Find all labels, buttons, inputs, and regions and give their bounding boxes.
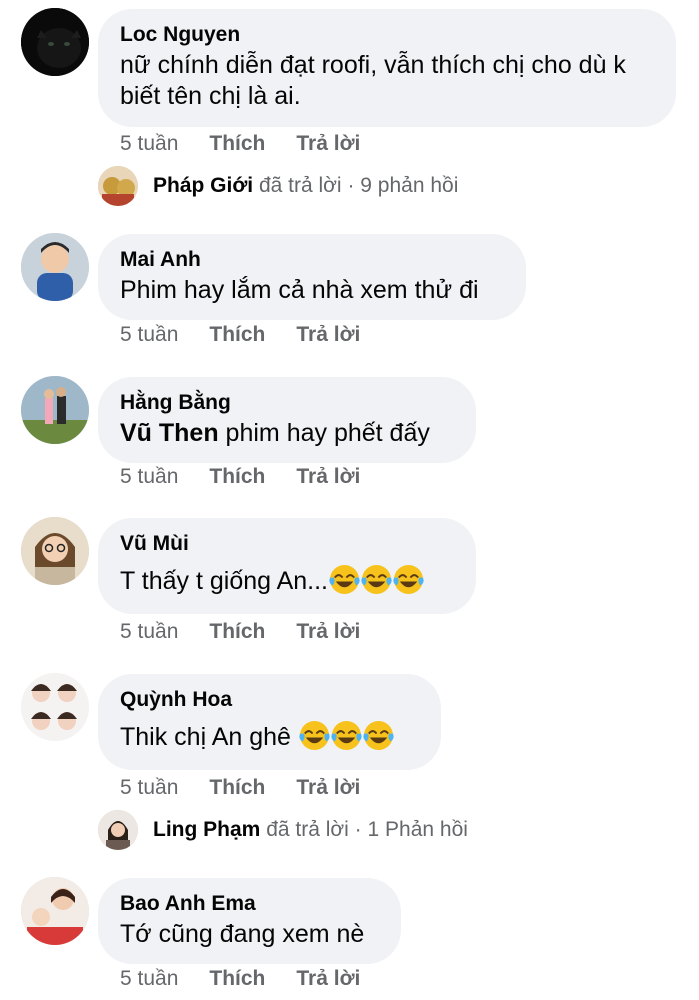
comment-author[interactable]: Quỳnh Hoa <box>120 688 419 712</box>
comment-text: Phim hay lắm cả nhà xem thử đi <box>120 276 479 304</box>
comment-bubble: Quỳnh Hoa Thik chị An ghê <box>98 674 441 770</box>
couple-photo-avatar-image <box>21 376 89 444</box>
reply-button[interactable]: Trả lời <box>296 967 360 991</box>
comment-author[interactable]: Hằng Bằng <box>120 391 454 415</box>
face-with-tears-of-joy-emoji <box>363 720 394 751</box>
replies-count: 1 Phản hồi <box>367 818 468 841</box>
comment-time[interactable]: 5 tuần <box>120 967 178 991</box>
comment-time[interactable]: 5 tuần <box>120 323 178 347</box>
face-with-tears-of-joy-emoji <box>361 564 392 595</box>
girl-with-glasses-avatar-image <box>21 517 89 585</box>
comment-bubble: Loc Nguyen nữ chính diễn đạt roofi, vẫn … <box>98 9 676 127</box>
comment-author[interactable]: Bao Anh Ema <box>120 892 379 916</box>
comment-author[interactable]: Loc Nguyen <box>120 23 654 47</box>
face-with-tears-of-joy-emoji <box>329 564 360 595</box>
reply-button[interactable]: Trả lời <box>296 776 360 800</box>
mother-and-baby-avatar-image <box>21 877 89 945</box>
avatar[interactable] <box>21 8 89 76</box>
replier-name: Ling Phạm <box>153 818 261 841</box>
like-button[interactable]: Thích <box>209 132 265 156</box>
replies-summary: Ling Phạm đã trả lời · 1 Phản hồi <box>153 810 468 850</box>
face-with-tears-of-joy-emoji <box>393 564 424 595</box>
comment-bubble: Bao Anh Ema Tớ cũng đang xem nè <box>98 878 401 964</box>
comment-actions: 5 tuần Thích Trả lời <box>120 776 360 800</box>
comment-text: Vũ Then phim hay phết đấy <box>120 418 454 449</box>
replier-avatar <box>98 810 138 850</box>
reply-button[interactable]: Trả lời <box>296 132 360 156</box>
avatar[interactable] <box>21 376 89 444</box>
avatar[interactable] <box>21 877 89 945</box>
comment-time[interactable]: 5 tuần <box>120 776 178 800</box>
reply-button[interactable]: Trả lời <box>296 323 360 347</box>
comment-text-body: Thik chị An ghê <box>120 723 298 751</box>
replier-name: Pháp Giới <box>153 174 254 197</box>
woman-portrait-avatar-image <box>98 810 138 850</box>
comment-actions: 5 tuần Thích Trả lời <box>120 323 360 347</box>
like-button[interactable]: Thích <box>209 776 265 800</box>
black-cat-avatar-image <box>21 8 89 76</box>
comment-time[interactable]: 5 tuần <box>120 620 178 644</box>
comment-author[interactable]: Vũ Mùi <box>120 532 454 556</box>
avatar[interactable] <box>21 673 89 741</box>
comment-actions: 5 tuần Thích Trả lời <box>120 967 360 991</box>
buddha-statue-avatar-image <box>98 166 138 206</box>
comment-bubble: Hằng Bằng Vũ Then phim hay phết đấy <box>98 377 476 463</box>
reply-button[interactable]: Trả lời <box>296 620 360 644</box>
comment-text-body: T thấy t giống An... <box>120 567 329 595</box>
face-with-tears-of-joy-emoji <box>299 720 330 751</box>
replies-action: đã trả lời <box>258 174 342 197</box>
replies-action: đã trả lời <box>266 818 349 841</box>
comment-text: nữ chính diễn đạt roofi, vẫn thích chị c… <box>120 51 626 110</box>
comment-text-body: phim hay phết đấy <box>218 419 430 447</box>
comment-author[interactable]: Mai Anh <box>120 248 504 272</box>
like-button[interactable]: Thích <box>209 967 265 991</box>
comment-actions: 5 tuần Thích Trả lời <box>120 465 360 489</box>
comment-text: Tớ cũng đang xem nè <box>120 920 365 948</box>
avatar[interactable] <box>21 233 89 301</box>
like-button[interactable]: Thích <box>209 620 265 644</box>
separator-dot: · <box>354 818 362 841</box>
comment-text: Thik chị An ghê <box>120 720 419 753</box>
separator-dot: · <box>347 174 355 197</box>
face-with-tears-of-joy-emoji <box>331 720 362 751</box>
avatar[interactable] <box>21 517 89 585</box>
comment-time[interactable]: 5 tuần <box>120 465 178 489</box>
comment-time[interactable]: 5 tuần <box>120 132 178 156</box>
replies-count: 9 phản hồi <box>360 174 459 197</box>
like-button[interactable]: Thích <box>209 465 265 489</box>
girls-collage-avatar-image <box>21 673 89 741</box>
replies-summary: Pháp Giới đã trả lời · 9 phản hồi <box>153 166 458 206</box>
replier-avatar <box>98 166 138 206</box>
comment-text: T thấy t giống An... <box>120 564 454 597</box>
comment-actions: 5 tuần Thích Trả lời <box>120 132 360 156</box>
baby-avatar-image <box>21 233 89 301</box>
tagged-user[interactable]: Vũ Then <box>120 419 219 447</box>
comment-bubble: Vũ Mùi T thấy t giống An... <box>98 518 476 614</box>
comment-actions: 5 tuần Thích Trả lời <box>120 620 360 644</box>
like-button[interactable]: Thích <box>209 323 265 347</box>
comment-bubble: Mai Anh Phim hay lắm cả nhà xem thử đi <box>98 234 526 320</box>
reply-button[interactable]: Trả lời <box>296 465 360 489</box>
